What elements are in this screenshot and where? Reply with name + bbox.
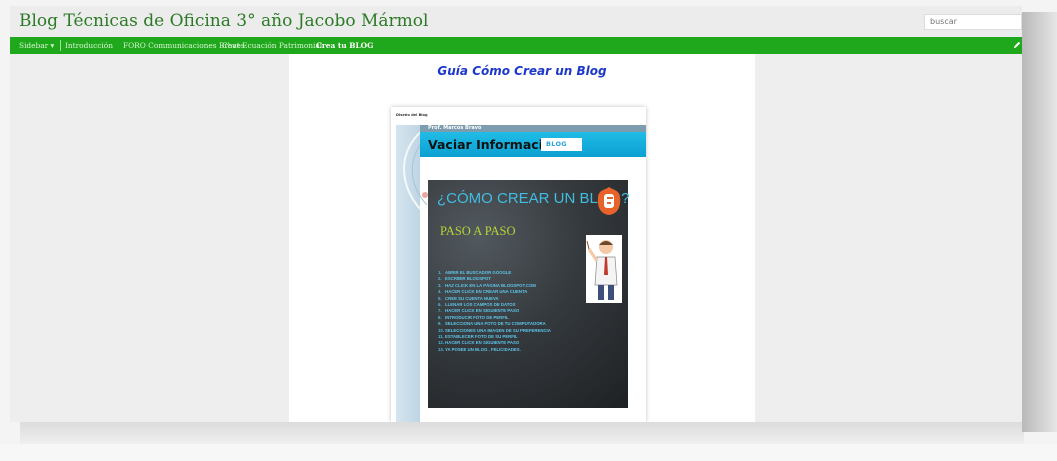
post-title[interactable]: Guía Cómo Crear un Blog [289,64,755,78]
pencil-icon[interactable] [1012,40,1022,50]
list-item: 13.YA POSEE UN BLOG . FELICIDADES. [438,346,521,352]
steps-list: 1. ABRIR EL BUSCADOR GOOGLE 2. ESCRIBIR BL… [438,270,551,353]
nav-divider [60,40,61,51]
bottom-margin [0,444,1057,461]
browser-frame: Blog Técnicas de Oficina 3° año Jacobo M… [10,6,1022,422]
blog-logo: BLOG [541,138,582,151]
document-heading: Diseño del Blog [396,113,428,117]
embedded-document[interactable]: Diseño del Blog Prof. Marcos Bravo Vacia… [391,107,646,422]
nav-item-crea-tu-blog[interactable]: Crea tu BLOG [316,41,373,50]
navigation-bar: Sidebar ▾ Introducción FORO Communicacio… [10,37,1022,54]
tutorial-slide: ¿CÓMO CREAR UN BLOG? PASO A PASO 1. ABRI… [428,180,630,408]
nav-item-chat[interactable]: Chat Ecuación Patrimonial [222,41,322,50]
nav-sidebar-menu[interactable]: Sidebar ▾ [19,41,54,50]
blogger-logo-icon [597,187,621,215]
nav-item-introduccion[interactable]: Introducción [65,41,113,50]
right-edge-shadow [1022,12,1057,432]
teacher-illustration-icon [586,235,622,303]
search-input[interactable]: buscar [924,14,1022,30]
slide-subtitle: PASO A PASO [440,224,516,238]
document-author: Prof. Marcos Bravo [428,125,482,131]
page-shadow-bar [20,422,1024,444]
blog-header: Blog Técnicas de Oficina 3° año Jacobo M… [10,6,1022,37]
blog-title[interactable]: Blog Técnicas de Oficina 3° año Jacobo M… [19,11,428,31]
blog-logo-text: BLOG [546,140,567,148]
post-content: Guía Cómo Crear un Blog Diseño del Blog … [289,54,755,422]
